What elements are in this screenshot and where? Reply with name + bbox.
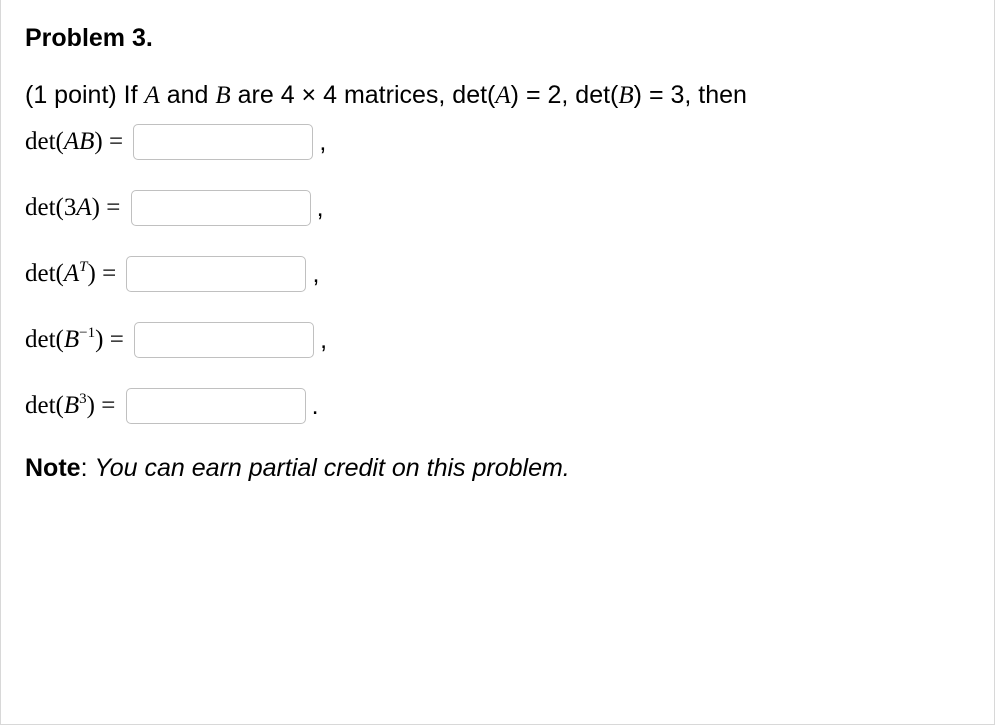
- det-close: ) =: [92, 194, 127, 221]
- detB-var: B: [618, 82, 633, 109]
- label-det-B3: det(B3) =: [25, 392, 122, 420]
- detB-open: det(: [575, 81, 618, 109]
- prompt-and: and: [160, 81, 216, 109]
- label-det-AT: det(AT) =: [25, 260, 122, 288]
- det-open: det(3: [25, 194, 76, 221]
- det-var: A: [76, 194, 91, 221]
- det-sup: T: [79, 259, 87, 275]
- problem-title: Problem 3.: [25, 24, 970, 53]
- det-sup: 3: [79, 391, 87, 407]
- label-det-AB: det(AB) =: [25, 128, 129, 156]
- det-open: det(: [25, 260, 64, 287]
- answer-det-Binv[interactable]: [134, 322, 314, 358]
- row-det-AB: det(AB) = ,: [25, 124, 970, 160]
- det-open: det(: [25, 392, 64, 419]
- det-close: ) =: [95, 326, 130, 353]
- label-det-Binv: det(B−1) =: [25, 326, 130, 354]
- detA-close: ) = 2,: [511, 81, 576, 109]
- answer-det-AT[interactable]: [126, 256, 306, 292]
- row-det-B3: det(B3) = .: [25, 388, 970, 424]
- label-det-3A: det(3A) =: [25, 194, 127, 222]
- detA-open: det(: [452, 81, 495, 109]
- problem-container: Problem 3. (1 point) If A and B are 4 × …: [0, 0, 995, 725]
- det-open: det(: [25, 326, 64, 353]
- det-open: det(: [25, 128, 64, 155]
- note-text: You can earn partial credit on this prob…: [94, 454, 569, 482]
- row-det-Binv: det(B−1) = ,: [25, 322, 970, 358]
- det-var: A: [64, 260, 79, 287]
- answer-det-AB[interactable]: [133, 124, 313, 160]
- det-close: ) =: [88, 260, 123, 287]
- trail-comma: ,: [317, 194, 324, 223]
- detB-close: ) = 3, then: [634, 81, 747, 109]
- det-close: ) =: [87, 392, 122, 419]
- var-B: B: [215, 82, 230, 109]
- det-sup: −1: [79, 325, 95, 341]
- detA-var: A: [495, 82, 510, 109]
- trail-period: .: [312, 392, 319, 421]
- det-var: B: [64, 392, 79, 419]
- answer-det-3A[interactable]: [131, 190, 311, 226]
- prompt-are: are 4 × 4 matrices,: [231, 81, 453, 109]
- var-A: A: [145, 82, 160, 109]
- problem-prompt: (1 point) If A and B are 4 × 4 matrices,…: [25, 81, 970, 110]
- note-colon: :: [81, 454, 95, 482]
- det-close: ) =: [94, 128, 129, 155]
- note-label: Note: [25, 454, 81, 482]
- row-det-AT: det(AT) = ,: [25, 256, 970, 292]
- trail-comma: ,: [319, 128, 326, 157]
- trail-comma: ,: [312, 260, 319, 289]
- det-var: B: [64, 326, 79, 353]
- note-line: Note: You can earn partial credit on thi…: [25, 454, 970, 483]
- prompt-text: (1 point) If: [25, 81, 145, 109]
- det-var: AB: [64, 128, 95, 155]
- row-det-3A: det(3A) = ,: [25, 190, 970, 226]
- answer-det-B3[interactable]: [126, 388, 306, 424]
- trail-comma: ,: [320, 326, 327, 355]
